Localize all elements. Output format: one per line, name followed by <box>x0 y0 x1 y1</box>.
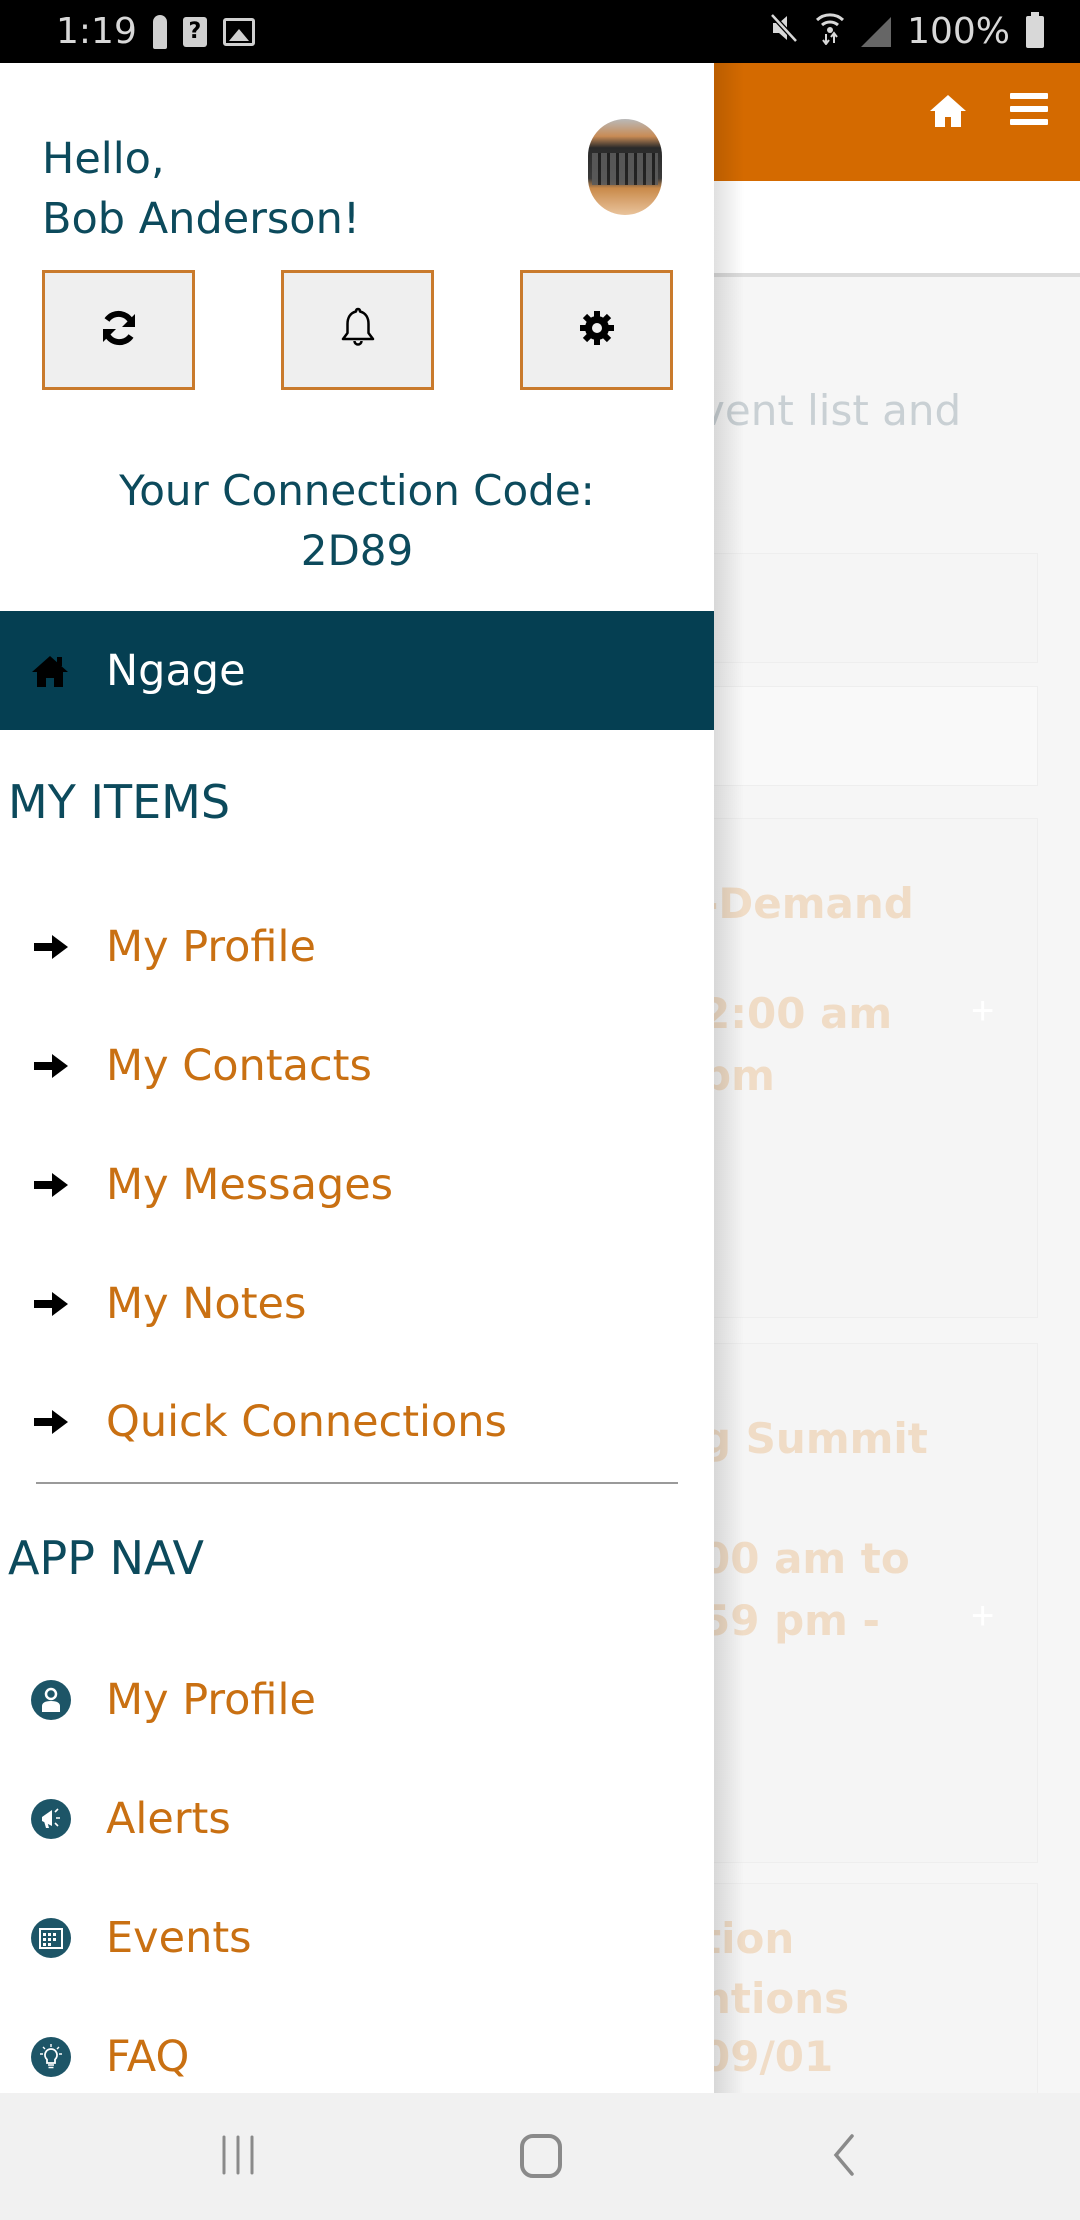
nav-item-label: Ngage <box>106 645 246 696</box>
nav-item-label: FAQ <box>106 2032 190 2082</box>
status-right: 100% <box>769 11 1044 53</box>
nav-item-ngage[interactable]: Ngage <box>0 611 714 730</box>
gear-icon <box>579 310 615 351</box>
lightbulb-icon <box>31 2037 71 2077</box>
battery-icon <box>1026 11 1044 48</box>
avatar-image <box>592 153 658 185</box>
expand-icon[interactable]: + <box>971 989 994 1034</box>
nav-item-faq[interactable]: FAQ <box>0 2012 714 2093</box>
status-bar: 1:19 ? 100% <box>0 0 1080 63</box>
nav-item-label: Events <box>106 1913 252 1963</box>
icon-wrap <box>30 2036 72 2078</box>
icon-wrap <box>30 1917 72 1959</box>
keyhole-icon <box>152 14 167 49</box>
home-icon <box>30 653 70 689</box>
arrow-right-icon <box>30 1164 72 1206</box>
expand-icon[interactable]: + <box>971 1594 994 1639</box>
nav-item-events[interactable]: Events <box>0 1893 714 1983</box>
arrow-right-icon <box>30 926 72 968</box>
arrow-right-icon <box>30 1283 72 1325</box>
arrow-right-icon <box>30 1045 72 1087</box>
header-home-icon[interactable] <box>928 91 968 131</box>
status-left: 1:19 ? <box>56 11 255 52</box>
unknown-sim-icon: ? <box>182 16 207 47</box>
image-icon <box>222 17 255 46</box>
wifi-icon <box>815 11 845 53</box>
back-button[interactable] <box>826 2133 860 2182</box>
nav-item-label: My Contacts <box>106 1041 372 1091</box>
section-divider <box>36 1482 678 1484</box>
connection-code-block: Your Connection Code: 2D89 <box>0 461 714 581</box>
nav-item-my-contacts[interactable]: My Contacts <box>0 1021 714 1111</box>
nav-item-label: My Profile <box>106 922 316 972</box>
user-circle-icon <box>31 1680 71 1720</box>
nav-item-label: Quick Connections <box>106 1397 507 1447</box>
home-button[interactable] <box>518 2133 564 2184</box>
arrow-right-icon <box>30 1401 72 1443</box>
icon-wrap <box>30 1679 72 1721</box>
nav-item-label: My Messages <box>106 1160 394 1210</box>
recent-apps-button[interactable] <box>216 2133 260 2182</box>
nav-item-my-messages[interactable]: My Messages <box>0 1140 714 1230</box>
drawer-shadow <box>714 63 744 2093</box>
nav-item-label: My Profile <box>106 1675 316 1725</box>
connection-code-label: Your Connection Code: <box>119 466 595 515</box>
megaphone-icon <box>31 1799 71 1839</box>
navigation-drawer: Hello, Bob Anderson! Your Connection Cod… <box>0 63 714 2093</box>
bell-icon <box>338 306 378 355</box>
nav-item-my-notes[interactable]: My Notes <box>0 1259 714 1349</box>
hamburger-menu-icon[interactable] <box>1010 93 1048 125</box>
nav-item-label: Alerts <box>106 1794 231 1844</box>
nav-item-alerts[interactable]: Alerts <box>0 1774 714 1864</box>
nav-item-quick-connections[interactable]: Quick Connections <box>0 1377 714 1467</box>
clock: 1:19 <box>56 11 137 52</box>
nav-item-app-my-profile[interactable]: My Profile <box>0 1655 714 1745</box>
system-nav-bar <box>0 2093 1080 2220</box>
connection-code: 2D89 <box>300 526 414 575</box>
mute-icon <box>769 12 799 52</box>
section-title-app-nav: APP NAV <box>8 1531 204 1585</box>
refresh-icon <box>99 308 139 353</box>
notifications-button[interactable] <box>281 270 434 390</box>
signal-icon <box>861 16 892 47</box>
calendar-icon <box>31 1918 71 1958</box>
battery-percent: 100% <box>907 11 1010 52</box>
greeting-line: Hello, <box>42 134 165 184</box>
nav-item-label: My Notes <box>106 1279 307 1329</box>
nav-item-my-profile[interactable]: My Profile <box>0 902 714 992</box>
greeting: Hello, Bob Anderson! <box>42 129 360 249</box>
section-title-my-items: MY ITEMS <box>8 775 231 829</box>
icon-wrap <box>30 1798 72 1840</box>
settings-button[interactable] <box>520 270 673 390</box>
refresh-button[interactable] <box>42 270 195 390</box>
avatar[interactable] <box>588 119 662 215</box>
user-name: Bob Anderson! <box>42 194 361 244</box>
